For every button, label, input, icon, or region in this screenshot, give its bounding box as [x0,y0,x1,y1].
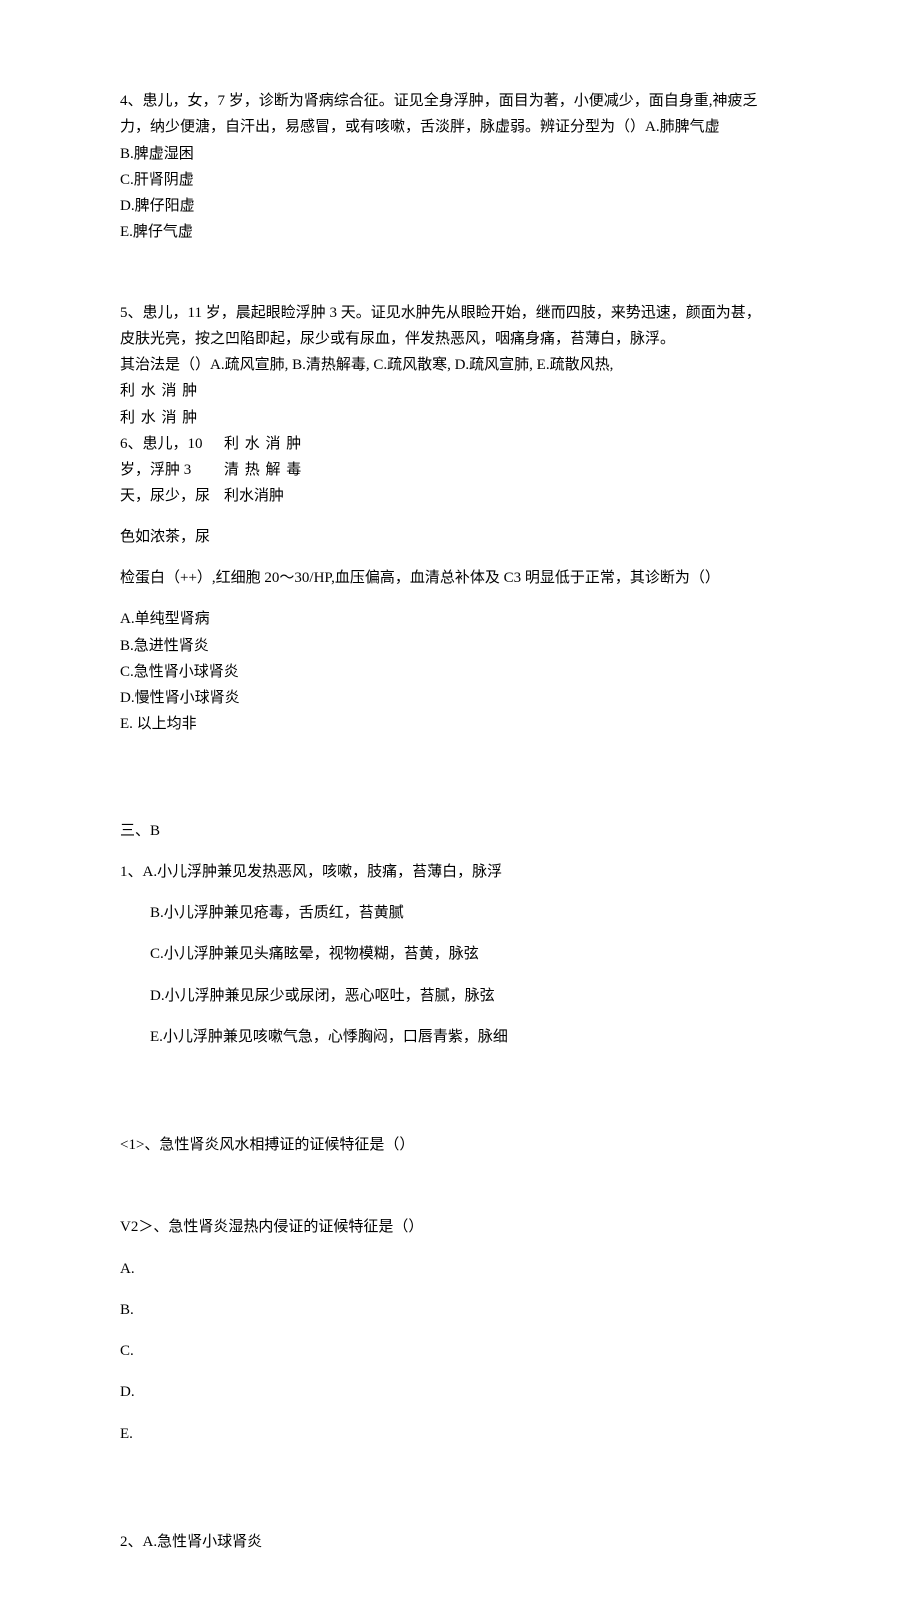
q6-right-line3: 利水消肿 [224,488,284,504]
q6-option-c: C.急性肾小球肾炎 [120,659,800,685]
q4-stem-line2: 力，纳少便溏，自汗出，易感冒，或有咳嗽，舌淡胖，脉虚弱。辨证分型为（）A.肺脾气… [120,114,800,140]
sb-q1-option-d: D.小儿浮肿兼见尿少或尿闭，恶心呕吐，苔腻，脉弦 [150,983,800,1009]
sb-sub1: <1>、急性肾炎风水相搏证的证候特征是（） [120,1132,800,1158]
q6-left-line1: 6、患儿，10 [120,431,224,457]
q4-option-e: E.脾仔气虚 [120,219,800,245]
q6-option-e: E. 以上均非 [120,711,800,737]
question-6: 6、患儿，10利 水 消 肿 岁，浮肿 3清 热 解 毒 天，尿少，尿利水消肿 … [120,431,800,738]
section-b-heading: 三、B [120,818,800,844]
q4-option-c: C.肝肾阴虚 [120,167,800,193]
q6-right-line2: 清 热 解 毒 [224,462,302,478]
q6-left-line3: 天，尿少，尿 [120,483,224,509]
sb-sub2-option-a: A. [120,1256,800,1282]
sb-q2-option-a: 2、A.急性肾小球肾炎 [120,1529,800,1555]
q6-line5: 检蛋白（++）,红细胞 20～30/HP,血压偏高，血清总补体及 C3 明显低于… [120,565,800,591]
q4-stem-line1: 4、患儿，女，7 岁，诊断为肾病综合征。证见全身浮肿，面目为著，小便减少，面自身… [120,88,800,114]
q6-left-line2: 岁，浮肿 3 [120,457,224,483]
sb-sub2-option-c: C. [120,1338,800,1364]
q5-stem-line1: 5、患儿，11 岁，晨起眼睑浮肿 3 天。证见水肿先从眼睑开始，继而四肢，来势迅… [120,300,800,326]
sb-q1-option-a: 1、A.小儿浮肿兼见发热恶风，咳嗽，肢痛，苔薄白，脉浮 [120,859,800,885]
question-4: 4、患儿，女，7 岁，诊断为肾病综合征。证见全身浮肿，面目为著，小便减少，面自身… [120,88,800,246]
q6-line4: 色如浓茶，尿 [120,524,800,550]
sb-q1-option-b: B.小儿浮肿兼见疮毒，舌质红，苔黄腻 [150,900,800,926]
q6-option-a: A.单纯型肾病 [120,606,800,632]
q4-option-d: D.脾仔阳虚 [120,193,800,219]
q5-mid-line1: 利 水 消 肿 [120,378,800,404]
sb-sub2-option-e: E. [120,1421,800,1447]
q6-option-b: B.急进性肾炎 [120,633,800,659]
q5-stem-line3: 其治法是（）A.疏风宣肺, B.清热解毒, C.疏风散寒, D.疏风宣肺, E.… [120,352,800,378]
q6-option-d: D.慢性肾小球肾炎 [120,685,800,711]
question-5: 5、患儿，11 岁，晨起眼睑浮肿 3 天。证见水肿先从眼睑开始，继而四肢，来势迅… [120,300,800,431]
sb-q1-option-c: C.小儿浮肿兼见头痛眩晕，视物模糊，苔黄，脉弦 [150,941,800,967]
sb-sub2: V2＞、急性肾炎湿热内侵证的证候特征是（） [120,1214,800,1240]
sb-sub2-option-d: D. [120,1379,800,1405]
q5-mid-line2: 利 水 消 肿 [120,405,800,431]
q6-right-line1: 利 水 消 肿 [224,436,302,452]
q5-stem-line2: 皮肤光亮，按之凹陷即起，尿少或有尿血，伴发热恶风，咽痛身痛，苔薄白，脉浮。 [120,326,800,352]
sb-q1-option-e: E.小儿浮肿兼见咳嗽气急，心悸胸闷，口唇青紫，脉细 [150,1024,800,1050]
q4-option-b: B.脾虚湿困 [120,141,800,167]
